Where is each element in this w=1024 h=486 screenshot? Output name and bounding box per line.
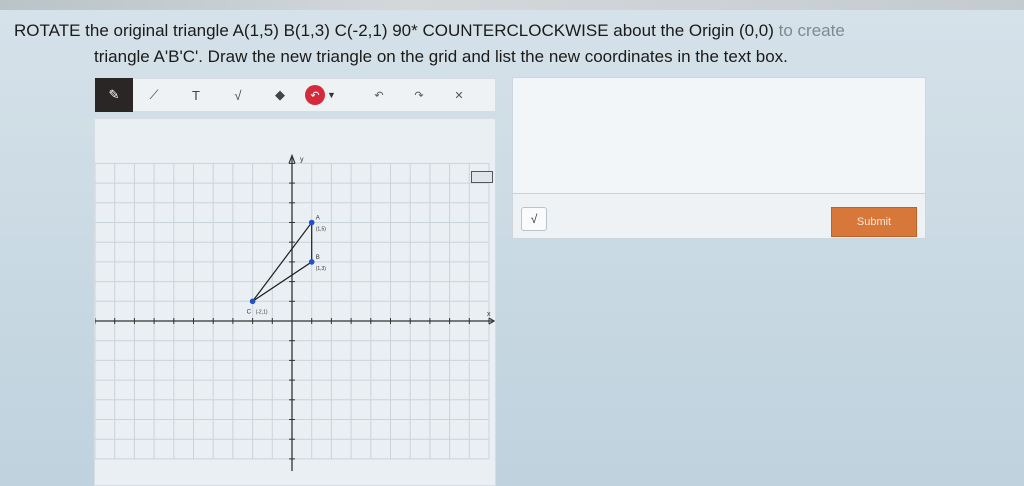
question-line-1: ROTATE the original triangle A(1,5) B(1,… — [14, 21, 845, 40]
sqrt-icon: √ — [234, 87, 242, 103]
point-coords-c: (-2,1) — [256, 309, 268, 315]
point-label-a: A — [316, 216, 320, 222]
graph-canvas[interactable]: y x A (1,5) B (1,3) C (-2,1) — [94, 118, 496, 486]
color-icon: ↶ — [310, 89, 320, 102]
graph-settings-icon[interactable] — [471, 171, 493, 183]
submit-button[interactable]: Submit — [831, 207, 917, 237]
point-a — [308, 219, 315, 226]
chevron-down-icon[interactable]: ▼ — [327, 90, 336, 100]
pencil-tool-button[interactable]: ✎ — [95, 78, 133, 112]
sqrt-icon: √ — [530, 212, 538, 226]
question-line-2: triangle A'B'C'. Draw the new triangle o… — [94, 47, 788, 66]
y-axis-label: y — [300, 156, 304, 163]
answer-panel: √ Submit — [512, 77, 926, 239]
point-c — [249, 298, 256, 305]
math-input-button[interactable]: √ — [521, 207, 547, 231]
redo-button[interactable]: ↷ — [402, 78, 436, 112]
drawing-toolbar: ✎ ⟋ T √ ◆ ↶ ▼ ↶ ↷ ✕ — [94, 78, 496, 112]
text-icon: T — [192, 87, 200, 103]
color-picker-button[interactable]: ↶ — [305, 85, 325, 105]
coordinate-grid: y x A (1,5) B (1,3) C (-2,1) — [95, 153, 496, 471]
line-tool-button[interactable]: ⟋ — [137, 78, 171, 112]
x-axis-label: x — [487, 311, 491, 318]
answer-actions: √ Submit — [513, 199, 925, 243]
top-strip — [0, 0, 1024, 10]
answer-text-box[interactable] — [513, 78, 925, 194]
clear-button[interactable]: ✕ — [442, 78, 476, 112]
pencil-icon: ✎ — [108, 87, 120, 102]
redo-icon: ↷ — [414, 89, 424, 102]
close-icon: ✕ — [454, 89, 464, 102]
point-b — [308, 259, 315, 265]
point-coords-a: (1,5) — [316, 227, 327, 233]
line-icon: ⟋ — [149, 87, 159, 102]
question-text: ROTATE the original triangle A(1,5) B(1,… — [14, 18, 1014, 70]
sqrt-tool-button[interactable]: √ — [221, 78, 255, 112]
undo-button[interactable]: ↶ — [362, 78, 396, 112]
point-label-b: B — [316, 255, 320, 261]
point-label-c: C — [247, 309, 252, 315]
eraser-tool-button[interactable]: ◆ — [263, 78, 297, 112]
point-coords-b: (1,3) — [316, 266, 327, 272]
question-line-1-end: to create — [778, 21, 845, 40]
text-tool-button[interactable]: T — [179, 78, 213, 112]
eraser-icon: ◆ — [275, 87, 285, 102]
undo-icon: ↶ — [374, 89, 384, 102]
